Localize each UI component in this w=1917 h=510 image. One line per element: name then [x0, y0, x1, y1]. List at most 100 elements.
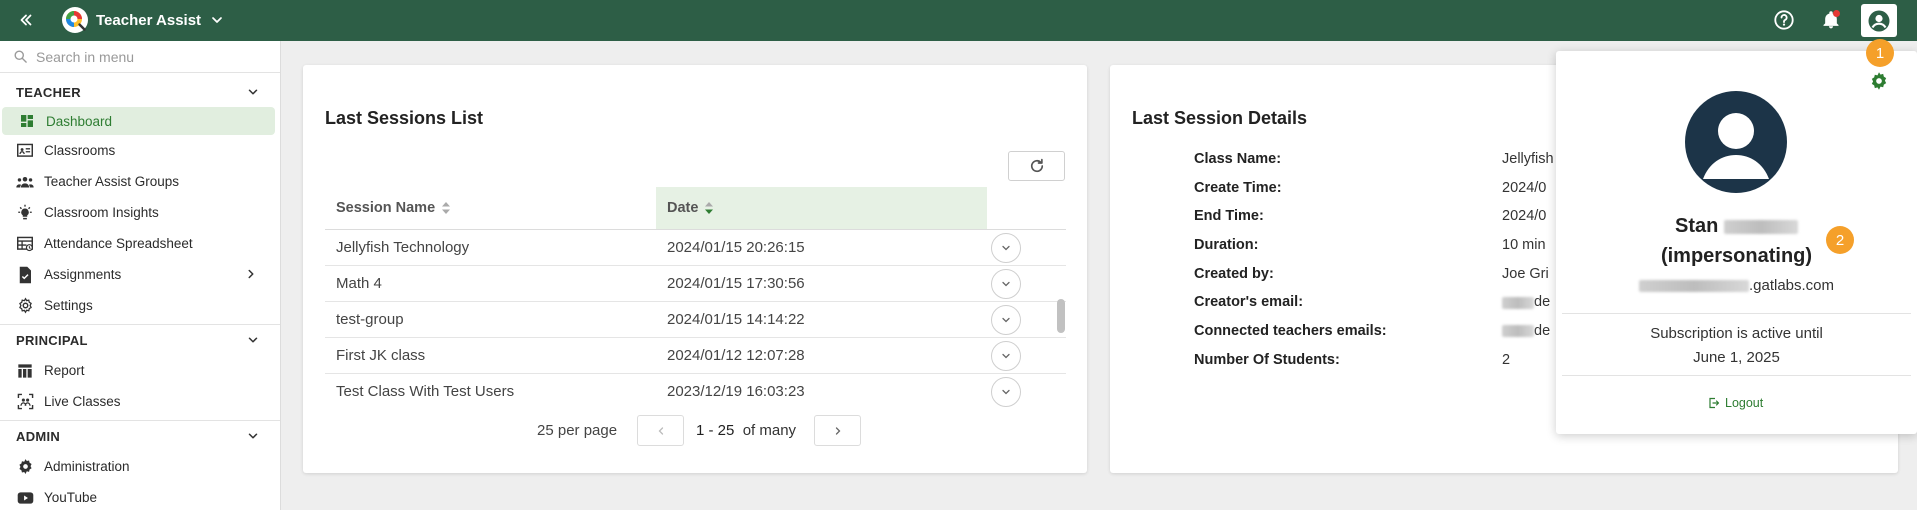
- detail-row: Class Name: Jellyfish: [1194, 151, 1554, 180]
- table-row[interactable]: Jellyfish Technology 2024/01/15 20:26:15: [325, 230, 1066, 266]
- profile-email: .gatlabs.com: [1556, 277, 1917, 294]
- report-icon: [16, 362, 34, 380]
- page-range: 1 - 25 of many: [696, 422, 796, 439]
- detail-row: End Time: 2024/0: [1194, 208, 1554, 237]
- chevron-down-icon: [248, 433, 258, 439]
- sidebar-item-settings[interactable]: Settings: [0, 290, 280, 321]
- detail-row: Number Of Students: 2: [1194, 352, 1554, 381]
- previous-page-button[interactable]: [637, 415, 684, 446]
- app-switcher[interactable]: Teacher Assist: [62, 6, 225, 34]
- profile-status: (impersonating): [1660, 245, 1813, 267]
- redacted-text: [1502, 296, 1534, 309]
- sidebar-item-administration[interactable]: Administration: [0, 451, 280, 482]
- search-icon: [14, 50, 27, 63]
- sidebar-item-label: Live Classes: [44, 394, 121, 409]
- expand-row-button[interactable]: [991, 340, 1021, 371]
- subscription-line: Subscription is active until: [1650, 325, 1823, 342]
- table-scrollbar[interactable]: [1057, 299, 1065, 333]
- sidebar-item-youtube[interactable]: YouTube: [0, 482, 280, 510]
- profile-name: Stan (impersonating): [1556, 211, 1917, 271]
- chevron-down-icon: [1002, 317, 1010, 322]
- notifications-button[interactable]: [1816, 5, 1846, 35]
- detail-value: 2024/0: [1502, 208, 1547, 225]
- collapse-sidebar-button[interactable]: [14, 8, 38, 32]
- popover-divider: [1562, 375, 1911, 376]
- detail-value: 2024/0: [1502, 179, 1547, 196]
- sort-icon: [442, 202, 451, 214]
- lightbulb-icon: [16, 204, 34, 222]
- column-header-session-name[interactable]: Session Name: [325, 187, 656, 229]
- section-header-admin[interactable]: ADMIN: [0, 421, 280, 451]
- sidebar-item-label: Dashboard: [46, 113, 113, 129]
- top-bar: Teacher Assist: [0, 0, 1917, 41]
- session-date-cell: 2024/01/15 17:30:56: [667, 275, 805, 292]
- logout-button[interactable]: Logout: [1708, 396, 1763, 410]
- expand-row-button[interactable]: [991, 304, 1021, 335]
- help-icon: [1774, 10, 1794, 30]
- session-name-cell: test-group: [336, 311, 404, 328]
- chevron-down-icon: [1002, 245, 1010, 250]
- expand-row-button[interactable]: [991, 268, 1021, 299]
- table-body: Jellyfish Technology 2024/01/15 20:26:15…: [325, 230, 1066, 408]
- session-name-cell: Math 4: [336, 275, 382, 292]
- detail-value: Jellyfish: [1502, 151, 1554, 167]
- session-date-cell: 2023/12/19 16:03:23: [667, 383, 805, 400]
- detail-label: Create Time:: [1194, 179, 1282, 196]
- next-page-button[interactable]: [814, 415, 861, 446]
- detail-value: 10 min: [1502, 237, 1546, 254]
- expand-row-button[interactable]: [991, 232, 1021, 263]
- refresh-button[interactable]: [1008, 151, 1065, 181]
- session-date-cell: 2024/01/15 20:26:15: [667, 239, 805, 256]
- sidebar-item-classrooms[interactable]: Classrooms: [0, 135, 280, 166]
- profile-popover: Stan (impersonating) .gatlabs.com Subscr…: [1556, 51, 1917, 434]
- sidebar-item-classroom-insights[interactable]: Classroom Insights: [0, 197, 280, 228]
- session-date-cell: 2024/01/15 14:14:22: [667, 311, 805, 328]
- classroom-icon: [16, 142, 34, 160]
- chevron-down-icon: [1002, 389, 1010, 394]
- table-row[interactable]: Math 4 2024/01/15 17:30:56: [325, 266, 1066, 302]
- menu-search-input[interactable]: [36, 48, 266, 65]
- table-row[interactable]: test-group 2024/01/15 14:14:22: [325, 302, 1066, 338]
- detail-row: Create Time: 2024/0: [1194, 180, 1554, 209]
- dashboard-icon: [18, 112, 36, 130]
- sidebar-item-teacher-assist-groups[interactable]: Teacher Assist Groups: [0, 166, 280, 197]
- account-button[interactable]: [1861, 4, 1897, 37]
- detail-row: Duration: 10 min: [1194, 237, 1554, 266]
- section-header-teacher[interactable]: TEACHER: [0, 77, 280, 107]
- help-button[interactable]: [1769, 5, 1799, 35]
- profile-settings-button[interactable]: [1867, 69, 1891, 93]
- page-range-value: 1 - 25: [696, 422, 735, 439]
- detail-label: End Time:: [1194, 208, 1264, 225]
- pagination: 25 per page 1 - 25 of many: [303, 415, 1087, 447]
- page-range-total: of many: [742, 422, 797, 439]
- redacted-text: [1502, 325, 1534, 338]
- session-details-list: Class Name: Jellyfish Create Time: 2024/…: [1194, 151, 1554, 381]
- sidebar-item-assignments[interactable]: Assignments: [0, 259, 280, 290]
- column-header-date[interactable]: Date: [656, 187, 987, 229]
- sidebar-item-label: Attendance Spreadsheet: [44, 236, 193, 251]
- per-page-select[interactable]: 25 per page: [537, 422, 617, 439]
- sidebar-item-label: Administration: [44, 459, 130, 474]
- detail-label: Duration:: [1194, 237, 1259, 254]
- sort-descending-icon: [705, 202, 714, 214]
- sidebar-item-report[interactable]: Report: [0, 355, 280, 386]
- section-header-principal[interactable]: PRINCIPAL: [0, 325, 280, 355]
- sidebar-item-dashboard[interactable]: Dashboard: [2, 107, 275, 135]
- sessions-table: Session Name Date Jellyfish Technology 2…: [325, 187, 1066, 408]
- table-row[interactable]: First JK class 2024/01/12 12:07:28: [325, 338, 1066, 374]
- table-row[interactable]: Test Class With Test Users 2023/12/19 16…: [325, 374, 1066, 408]
- sidebar-item-live-classes[interactable]: Live Classes: [0, 386, 280, 417]
- gear-icon: [1871, 72, 1887, 90]
- sidebar-search: [0, 41, 280, 73]
- session-date-cell: 2024/01/12 12:07:28: [667, 347, 805, 364]
- sidebar-item-attendance-spreadsheet[interactable]: Attendance Spreadsheet: [0, 228, 280, 259]
- app-logo: [62, 7, 88, 33]
- sidebar-item-label: Classrooms: [44, 143, 116, 158]
- popover-divider: [1562, 313, 1911, 314]
- expand-row-button[interactable]: [991, 376, 1021, 407]
- chevron-down-icon: [248, 89, 258, 95]
- logout-label: Logout: [1725, 396, 1764, 410]
- chevron-right-icon: [248, 269, 254, 279]
- sidebar-item-label: Settings: [44, 298, 93, 313]
- detail-value: Joe Gri: [1502, 265, 1549, 282]
